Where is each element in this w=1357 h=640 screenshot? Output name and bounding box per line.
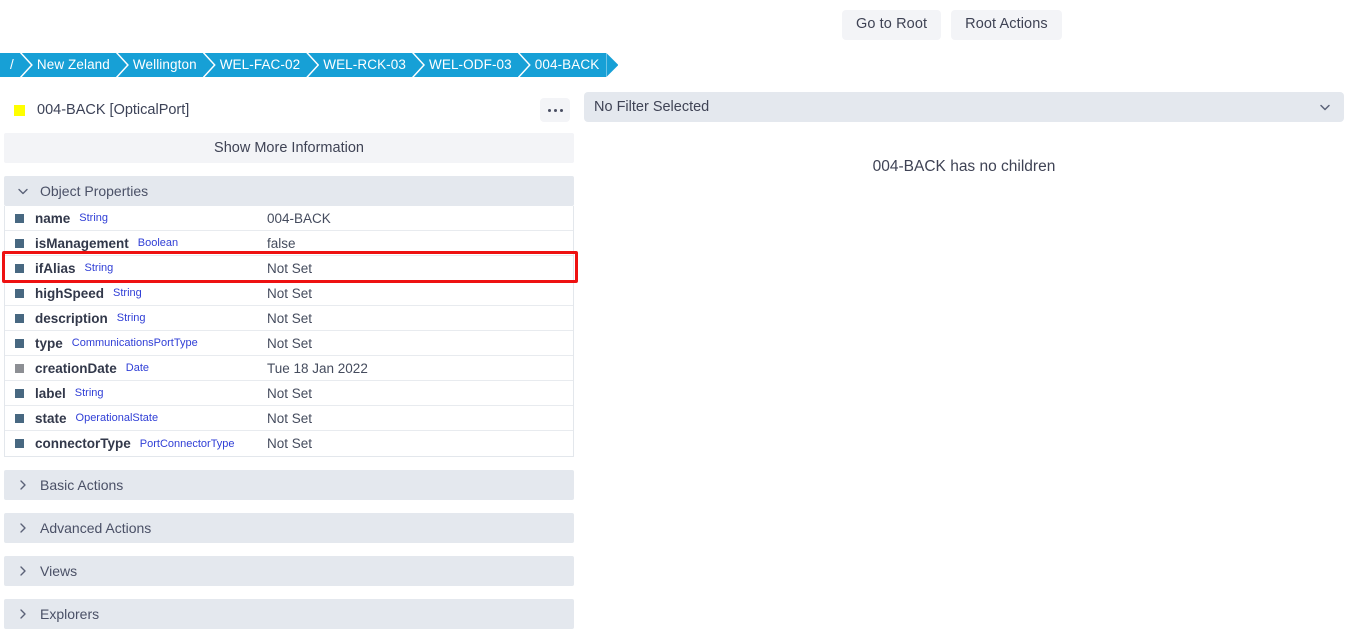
page-title: 004-BACK [OpticalPort]: [37, 102, 190, 118]
object-header: 004-BACK [OpticalPort]: [4, 95, 574, 125]
page-root: Go to Root Root Actions / New Zeland Welli…: [0, 0, 1357, 640]
property-type: String: [74, 387, 104, 399]
property-value: Tue 18 Jan 2022: [267, 360, 368, 376]
property-value: Not Set: [267, 260, 313, 276]
property-marker-icon: [15, 388, 24, 398]
property-name: creationDate: [35, 360, 117, 376]
root-actions-button[interactable]: Root Actions: [951, 10, 1062, 40]
table-row[interactable]: ifAlias String Not Set: [5, 256, 573, 281]
accordion-label: Explorers: [40, 606, 100, 622]
accordion-list: Basic Actions Advanced Actions Views Explor…: [4, 470, 574, 629]
table-row[interactable]: highSpeed String Not Set: [5, 281, 573, 306]
property-type: String: [116, 312, 146, 324]
filter-select[interactable]: No Filter Selected: [584, 92, 1344, 122]
property-value: 004-BACK: [267, 210, 331, 226]
property-type: String: [84, 262, 114, 274]
property-marker-icon: [15, 338, 24, 348]
chevron-down-icon: [1318, 100, 1332, 114]
table-row[interactable]: connectorType PortConnectorType Not Set: [5, 431, 573, 456]
property-marker-icon: [15, 413, 24, 423]
property-name: label: [35, 385, 66, 401]
property-value: Not Set: [267, 385, 313, 401]
table-row[interactable]: creationDate Date Tue 18 Jan 2022: [5, 356, 573, 381]
property-name: state: [35, 410, 67, 426]
property-marker-icon: [15, 288, 24, 298]
kebab-icon[interactable]: [540, 98, 570, 122]
children-panel: No Filter Selected 004-BACK has no child…: [584, 92, 1344, 176]
property-marker-icon: [15, 238, 24, 248]
property-marker-icon: [15, 263, 24, 273]
object-properties-header[interactable]: Object Properties: [4, 176, 574, 206]
status-swatch-icon: [14, 104, 25, 116]
property-marker-icon: [15, 213, 24, 223]
breadcrumb-item[interactable]: New Zeland: [20, 53, 117, 77]
property-value: Not Set: [267, 285, 313, 301]
breadcrumb-item[interactable]: 004-BACK: [518, 53, 607, 77]
table-row[interactable]: type CommunicationsPortType Not Set: [5, 331, 573, 356]
breadcrumb-item[interactable]: WEL-RCK-03: [307, 53, 413, 77]
breadcrumb-item[interactable]: Wellington: [116, 53, 204, 77]
property-value: Not Set: [267, 436, 313, 451]
property-type: Date: [125, 362, 150, 374]
filter-select-label: No Filter Selected: [594, 99, 710, 115]
top-toolbar: Go to Root Root Actions: [842, 10, 1062, 40]
chevron-down-icon: [16, 184, 30, 198]
property-marker-icon: [15, 313, 24, 323]
property-name: description: [35, 310, 108, 326]
table-row[interactable]: description String Not Set: [5, 306, 573, 331]
property-value: Not Set: [267, 335, 313, 351]
accordion-header[interactable]: Basic Actions: [4, 470, 574, 500]
table-row[interactable]: isManagement Boolean false: [5, 231, 573, 256]
property-name: isManagement: [35, 235, 129, 251]
property-marker-icon: [15, 363, 24, 373]
property-type: String: [79, 212, 109, 224]
go-to-root-button[interactable]: Go to Root: [842, 10, 942, 40]
breadcrumb-item[interactable]: WEL-ODF-03: [413, 53, 519, 77]
property-value: Not Set: [267, 310, 313, 326]
property-name: highSpeed: [35, 285, 105, 301]
property-type: String: [113, 287, 142, 299]
property-type: Boolean: [137, 237, 179, 249]
accordion-label: Advanced Actions: [40, 520, 152, 536]
property-marker-icon: [15, 439, 24, 448]
chevron-right-icon: [16, 607, 30, 621]
property-name: type: [35, 335, 63, 351]
property-name: ifAlias: [35, 260, 76, 276]
show-more-information-button[interactable]: Show More Information: [4, 133, 574, 163]
accordion-header[interactable]: Views: [4, 556, 574, 586]
chevron-right-icon: [16, 564, 30, 578]
table-row[interactable]: state OperationalState Not Set: [5, 406, 573, 431]
chevron-right-icon: [16, 521, 30, 535]
property-name: name: [35, 210, 71, 226]
object-properties-title: Object Properties: [40, 183, 149, 199]
property-type: CommunicationsPortType: [71, 337, 198, 349]
property-value: false: [267, 235, 296, 251]
property-type: OperationalState: [75, 412, 159, 424]
accordion-label: Basic Actions: [40, 477, 124, 493]
breadcrumb-tail-arrow: [606, 53, 619, 77]
accordion-label: Views: [40, 563, 78, 579]
accordion-header[interactable]: Explorers: [4, 599, 574, 629]
breadcrumb: / New Zeland Wellington WEL-FAC-02 WEL-RCK-0…: [0, 53, 619, 77]
breadcrumb-item[interactable]: /: [0, 53, 21, 77]
object-properties-table: name String 004-BACK isManagement Boolean fal…: [4, 206, 574, 457]
property-name: connectorType: [35, 436, 131, 451]
property-value: Not Set: [267, 410, 313, 426]
empty-state-message: 004-BACK has no children: [872, 158, 1056, 175]
object-detail-panel: 004-BACK [OpticalPort] Show More Informa…: [4, 95, 574, 629]
accordion-header[interactable]: Advanced Actions: [4, 513, 574, 543]
table-row[interactable]: label String Not Set: [5, 381, 573, 406]
property-type: PortConnectorType: [139, 437, 235, 450]
table-row[interactable]: name String 004-BACK: [5, 206, 573, 231]
breadcrumb-item[interactable]: WEL-FAC-02: [203, 53, 308, 77]
chevron-right-icon: [16, 478, 30, 492]
